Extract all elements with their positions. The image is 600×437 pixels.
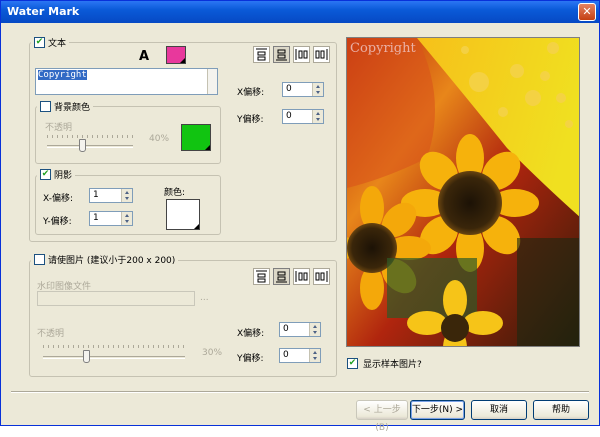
background-color-label: 背景颜色 — [54, 103, 91, 113]
text-color-picker[interactable] — [166, 46, 186, 64]
image-align-top-button[interactable] — [253, 268, 270, 285]
align-left-icon — [295, 49, 308, 60]
show-sample-label: 显示样本图片? — [363, 360, 422, 370]
image-x-offset-label: X偏移: — [237, 329, 265, 339]
align-top-button[interactable] — [253, 46, 270, 63]
shadow-label: 阴影 — [54, 171, 73, 181]
image-align-left-button[interactable] — [293, 268, 310, 285]
font-button[interactable]: A — [139, 49, 153, 65]
bg-opacity-value: 40% — [149, 134, 170, 144]
align-top-icon — [256, 48, 267, 61]
text-checkbox[interactable]: ✔ — [34, 37, 45, 48]
align-top-icon — [256, 270, 267, 283]
image-align-bottom-button[interactable] — [273, 268, 290, 285]
shadow-checkbox[interactable]: ✔ — [40, 169, 51, 180]
image-opacity-track — [43, 356, 185, 359]
text-x-offset-label: X偏移: — [237, 88, 265, 98]
image-checkbox-label: 请使图片 (建议小于200 x 200) — [48, 256, 176, 266]
close-icon: ✕ — [582, 5, 592, 18]
close-button[interactable]: ✕ — [578, 3, 596, 21]
bg-opacity-ticks — [47, 135, 133, 138]
align-bottom-icon — [276, 271, 287, 283]
browse-button[interactable]: ... — [200, 293, 209, 303]
next-button[interactable]: 下一步(N) > — [410, 400, 465, 420]
shadow-y-offset-spinner[interactable]: 1 — [89, 211, 133, 226]
watermark-file-input[interactable] — [37, 291, 195, 306]
background-color-legend: 背景颜色 — [37, 100, 94, 113]
image-opacity-ticks — [43, 345, 185, 348]
shadow-x-offset-label: X-偏移: — [43, 194, 73, 204]
preview-image: Copyright — [346, 37, 580, 347]
text-group-legend: ✔ 文本 — [31, 36, 70, 49]
text-checkbox-label: 文本 — [48, 39, 67, 49]
align-right-icon — [315, 271, 328, 282]
image-x-offset-spinner[interactable]: 0 — [279, 322, 321, 337]
window-title: Water Mark — [7, 5, 80, 18]
shadow-y-offset-label: Y-偏移: — [43, 217, 72, 227]
show-sample-row: ✔ 显示样本图片? — [347, 357, 422, 370]
sunflower-image: Copyright — [347, 38, 579, 346]
image-group-legend: 请使图片 (建议小于200 x 200) — [31, 253, 179, 266]
bg-opacity-label: 不透明 — [45, 123, 73, 133]
image-opacity-label: 不透明 — [37, 329, 65, 339]
watermark-dialog: Water Mark ✕ ✔ 文本 A Copyright X偏移: 0 Y偏移… — [0, 0, 600, 433]
image-y-offset-spinner[interactable]: 0 — [279, 348, 321, 363]
image-checkbox[interactable] — [34, 254, 45, 265]
align-right-button[interactable] — [313, 46, 330, 63]
align-bottom-icon — [276, 49, 287, 61]
text-x-offset-spinner[interactable]: 0 — [282, 82, 324, 97]
image-opacity-slider[interactable] — [83, 350, 90, 363]
align-right-icon — [315, 49, 328, 60]
text-y-offset-label: Y偏移: — [237, 115, 264, 125]
back-button[interactable]: < 上一步(B) — [356, 400, 408, 433]
shadow-color-picker[interactable] — [166, 199, 200, 230]
watermark-text-input[interactable]: Copyright — [35, 68, 218, 95]
image-opacity-value: 30% — [202, 348, 223, 358]
shadow-x-offset-spinner[interactable]: 1 — [89, 188, 133, 203]
help-button[interactable]: 帮助 — [533, 400, 589, 420]
shadow-color-label: 颜色: — [164, 188, 186, 198]
text-y-offset-spinner[interactable]: 0 — [282, 109, 324, 124]
cancel-button[interactable]: 取消 — [471, 400, 527, 420]
image-y-offset-label: Y偏移: — [237, 354, 264, 364]
bg-opacity-track — [47, 145, 133, 148]
watermark-preview-text: Copyright — [350, 41, 417, 56]
image-align-right-button[interactable] — [313, 268, 330, 285]
watermark-text-selection: Copyright — [38, 70, 87, 80]
shadow-legend: ✔ 阴影 — [37, 168, 76, 181]
background-color-checkbox[interactable] — [40, 101, 51, 112]
background-color-picker[interactable] — [181, 124, 211, 151]
bg-opacity-slider[interactable] — [79, 139, 86, 152]
align-left-icon — [295, 271, 308, 282]
title-bar: Water Mark ✕ — [1, 1, 599, 23]
footer-separator — [11, 391, 589, 393]
show-sample-checkbox[interactable]: ✔ — [347, 358, 358, 369]
align-bottom-button[interactable] — [273, 46, 290, 63]
text-input-scrollbar[interactable] — [207, 69, 217, 94]
align-left-button[interactable] — [293, 46, 310, 63]
